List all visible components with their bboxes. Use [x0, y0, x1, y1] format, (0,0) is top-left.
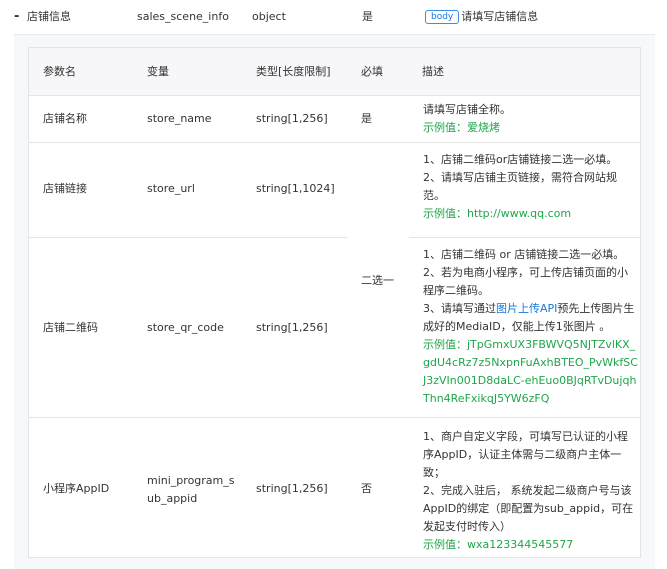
row-variable: store_name: [147, 112, 212, 125]
row-variable: store_url: [147, 182, 195, 195]
description-line: 请填写店铺全称。: [423, 103, 511, 116]
header-variable: 变量: [147, 65, 169, 78]
parent-description-text: 请填写店铺信息: [461, 10, 539, 23]
merged-required-cell: 二选一: [361, 274, 394, 287]
collapse-toggle-icon[interactable]: -: [14, 9, 19, 25]
description-line: 1、店铺二维码 or 店铺链接二选一必填。: [423, 248, 625, 261]
table-header: 参数名 变量 类型[长度限制] 必填 描述: [29, 48, 640, 96]
description-line: 3、请填写通过图片上传API预先上传图片生成好的MediaID，仅能上传1张图片…: [423, 300, 638, 336]
description-line: 2、完成入驻后， 系统发起二级商户号与该AppID的绑定（即配置为sub_app…: [423, 484, 634, 533]
variable-line: ub_appid: [147, 492, 198, 505]
parent-field-row: - 店铺信息 sales_scene_info object 是 body 请填写…: [0, 0, 667, 35]
parent-field-variable: sales_scene_info: [137, 10, 229, 23]
description-line: 2、若为电商小程序，可上传店铺页面的小程序二维码。: [423, 266, 628, 297]
header-type: 类型[长度限制]: [256, 65, 331, 78]
example-value: 示例值：http://www.qq.com: [423, 207, 572, 220]
table-row: 店铺二维码 store_qr_code string[1,256] 1、店铺二维…: [29, 238, 640, 418]
row-description: 1、店铺二维码or店铺链接二选一必填。 2、请填写店铺主页链接，需符合网站规范。…: [423, 151, 638, 223]
parent-field-type: object: [252, 10, 286, 23]
row-variable: store_qr_code: [147, 321, 224, 334]
sub-params-panel: 参数名 变量 类型[长度限制] 必填 描述 店铺名称 store_name st…: [14, 35, 655, 569]
table-row: 店铺链接 store_url string[1,1024] 1、店铺二维码or店…: [29, 143, 640, 238]
body-badge: body: [425, 10, 460, 24]
table-row: 小程序AppID mini_program_s ub_appid string[…: [29, 418, 640, 559]
row-type: string[1,1024]: [256, 182, 335, 195]
row-description: 1、店铺二维码 or 店铺链接二选一必填。 2、若为电商小程序，可上传店铺页面的…: [423, 246, 638, 408]
example-value: 示例值：jTpGmxUX3FBWVQ5NJTZvlKX_gdU4cRz7z5Nx…: [423, 338, 638, 405]
row-required: 否: [361, 482, 372, 495]
parent-field-name: 店铺信息: [27, 10, 71, 23]
table-row: 店铺名称 store_name string[1,256] 是 请填写店铺全称。…: [29, 95, 640, 143]
example-value: 示例值：wxa123344545577: [423, 538, 574, 551]
image-upload-api-link[interactable]: 图片上传API: [496, 302, 557, 315]
header-name: 参数名: [43, 65, 76, 78]
row-description: 1、商户自定义字段，可填写已认证的小程序AppID，认证主体需与二级商户主体一致…: [423, 428, 638, 554]
description-line: 1、商户自定义字段，可填写已认证的小程序AppID，认证主体需与二级商户主体一致…: [423, 430, 628, 479]
row-variable: mini_program_s ub_appid: [147, 472, 234, 508]
row-type: string[1,256]: [256, 321, 328, 334]
merged-cell-cover: [347, 237, 409, 238]
row-required: 是: [361, 112, 372, 125]
row-name: 店铺链接: [43, 182, 87, 195]
row-type: string[1,256]: [256, 482, 328, 495]
header-required: 必填: [361, 65, 383, 78]
parent-field-required: 是: [362, 10, 373, 23]
description-text: 3、请填写通过: [423, 302, 496, 315]
variable-line: mini_program_s: [147, 474, 235, 487]
description-line: 1、店铺二维码or店铺链接二选一必填。: [423, 153, 618, 166]
row-type: string[1,256]: [256, 112, 328, 125]
sub-params-table: 参数名 变量 类型[长度限制] 必填 描述 店铺名称 store_name st…: [28, 47, 641, 558]
row-name: 店铺二维码: [43, 321, 98, 334]
header-description: 描述: [422, 65, 444, 78]
description-line: 2、请填写店铺主页链接，需符合网站规范。: [423, 171, 617, 202]
row-name: 店铺名称: [43, 112, 87, 125]
row-description: 请填写店铺全称。 示例值：爱烧烤: [423, 101, 638, 137]
example-value: 示例值：爱烧烤: [423, 121, 500, 134]
parent-field-description: body 请填写店铺信息: [425, 9, 538, 25]
row-name: 小程序AppID: [43, 482, 110, 495]
